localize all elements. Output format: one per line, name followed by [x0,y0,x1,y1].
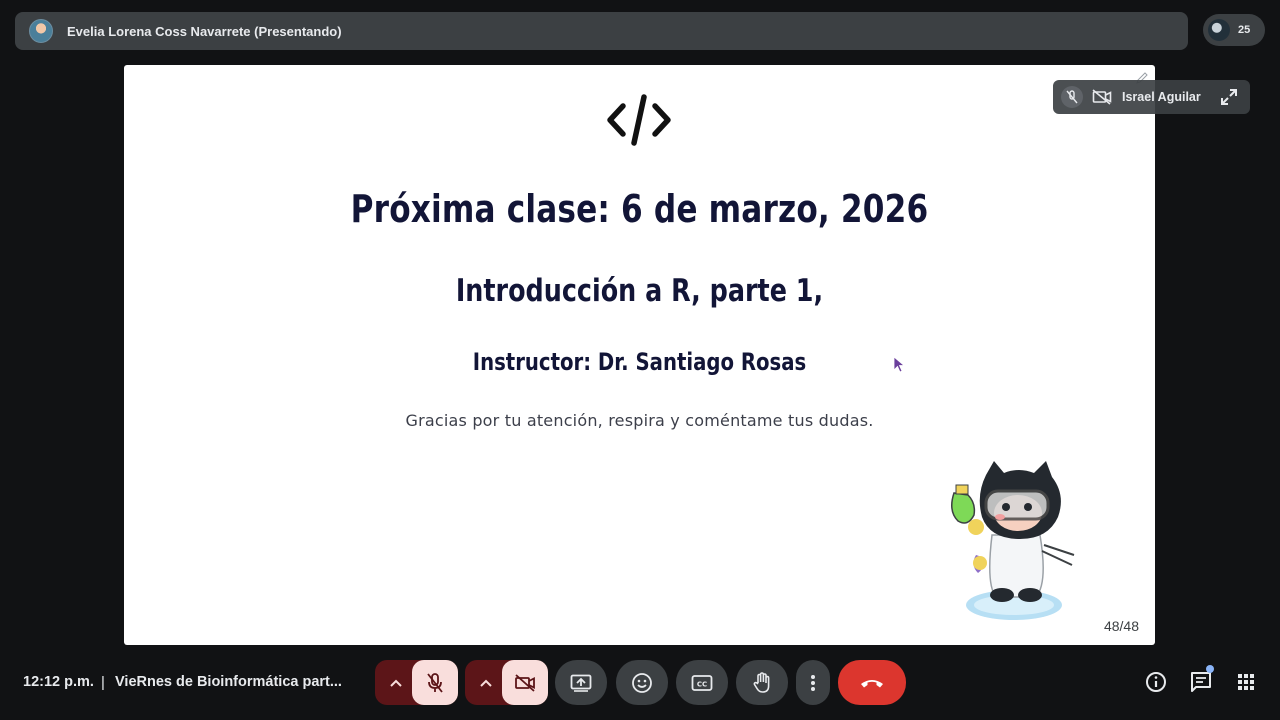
camera-options-button[interactable] [467,660,505,705]
cursor-icon [893,356,905,373]
shared-slide: Próxima clase: 6 de marzo, 2026 Introduc… [124,65,1155,645]
svg-text:CC: CC [697,680,707,688]
presenter-bar: Evelia Lorena Coss Navarrete (Presentand… [15,12,1188,50]
code-icon [607,94,671,146]
participant-count: 25 [1238,24,1251,36]
more-options-button[interactable] [796,660,830,705]
mic-off-icon [1061,86,1083,108]
self-view-name: Israel Aguilar [1122,90,1201,104]
meeting-info-button[interactable] [1144,670,1168,694]
slide-page-number: 48/48 [1103,618,1139,634]
end-call-button[interactable] [838,660,906,705]
activities-button[interactable] [1234,670,1258,694]
chat-icon [1191,672,1211,692]
scientist-mascot-icon [951,461,1075,620]
clock: 12:12 p.m. [23,674,94,690]
mic-options-button[interactable] [377,660,415,705]
raise-hand-button[interactable] [736,660,788,705]
captions-button[interactable]: CC [676,660,728,705]
presenter-avatar [29,19,53,43]
more-vert-icon [811,674,815,691]
separator: | [101,674,105,691]
chat-button[interactable] [1189,670,1213,694]
present-screen-icon [570,674,592,692]
raise-hand-icon [753,671,770,693]
participants-button[interactable]: 25 [1203,14,1265,46]
apps-grid-icon [1238,674,1254,690]
info-icon [1146,672,1166,692]
mic-off-icon [427,672,443,693]
presenter-name: Evelia Lorena Coss Navarrete (Presentand… [67,23,342,39]
videocam-off-icon [515,673,535,692]
call-end-icon [861,679,883,687]
chat-notification-dot [1206,665,1214,673]
captions-icon: CC [691,674,713,691]
slide-note: Gracias por tu atención, respira y comén… [405,411,874,430]
chevron-up-icon [480,679,492,687]
self-view-tile[interactable]: Israel Aguilar [1053,80,1250,114]
meeting-title[interactable]: VieRnes de Bioinformática part... [115,674,351,690]
emoji-icon [632,672,652,693]
chevron-up-icon [390,679,402,687]
mic-toggle-button[interactable] [412,660,458,705]
expand-icon[interactable] [1220,88,1238,106]
videocam-off-icon [1091,86,1113,108]
present-screen-button[interactable] [555,660,607,705]
slide-subtitle: Introducción a R, parte 1, [455,273,824,309]
slide-instructor: Instructor: Dr. Santiago Rosas [472,348,807,376]
slide-title: Próxima clase: 6 de marzo, 2026 [350,187,929,231]
avatar [1208,19,1230,41]
reactions-button[interactable] [616,660,668,705]
camera-toggle-button[interactable] [502,660,548,705]
